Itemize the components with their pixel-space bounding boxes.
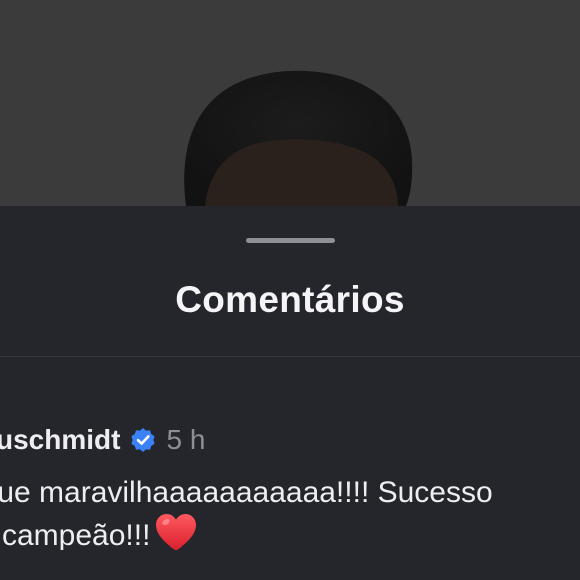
- comment-line-1: Que maravilhaaaaaaaaaaa!!!! Sucesso: [0, 476, 493, 509]
- heart-icon: [156, 514, 197, 550]
- comment-line-2: campeão!!!: [2, 512, 580, 550]
- sheet-title: Comentários: [175, 279, 405, 320]
- comment-username[interactable]: uschmidt: [0, 422, 120, 458]
- comments-sheet: Comentários uschmidt 5 h Que maravilhaaa…: [0, 206, 580, 580]
- verified-badge-icon: [131, 428, 156, 452]
- comment-item: uschmidt 5 h Que maravilhaaaaaaaaaaa!!!!…: [0, 420, 580, 580]
- person-photo: [184, 70, 413, 206]
- drag-handle[interactable]: [246, 238, 335, 243]
- comment-timestamp: 5 h: [166, 424, 206, 455]
- comment-line-2-text: campeão!!!: [2, 519, 151, 550]
- background-photo: [0, 0, 580, 206]
- comment-header: uschmidt 5 h: [0, 420, 205, 460]
- divider: [0, 356, 580, 357]
- comment-text: Que maravilhaaaaaaaaaaa!!!! Sucesso camp…: [0, 474, 580, 550]
